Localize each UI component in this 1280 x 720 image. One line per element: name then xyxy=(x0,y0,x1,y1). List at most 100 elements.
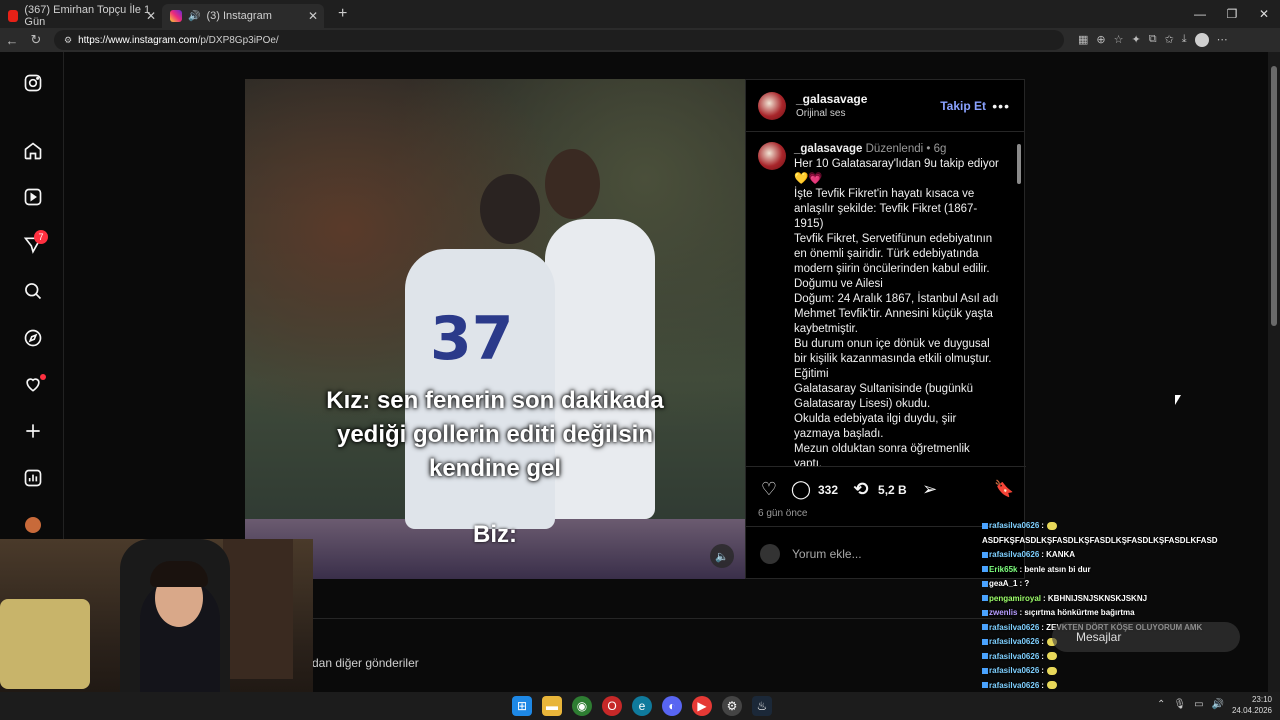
mute-icon[interactable]: 🔈 xyxy=(710,544,734,568)
chat-badge-icon xyxy=(982,580,988,587)
close-window-icon[interactable]: ✕ xyxy=(1248,0,1280,28)
opera-icon[interactable]: O xyxy=(602,696,622,716)
create-icon[interactable] xyxy=(22,420,44,442)
chat-username[interactable]: pengamiroyal xyxy=(989,594,1041,603)
caption-scrollbar[interactable] xyxy=(1016,134,1022,464)
audio-label[interactable]: Orijinal ses xyxy=(796,108,867,119)
chat-username[interactable]: geaA_1 xyxy=(989,579,1017,588)
chat-text: : ? xyxy=(1019,579,1030,588)
comment-icon[interactable]: ◯ xyxy=(790,479,812,500)
volume-icon[interactable]: 🔊 xyxy=(1212,699,1224,710)
favorite-star-icon[interactable]: ☆ xyxy=(1114,33,1124,47)
url-field[interactable]: ⚙ https://www.instagram.com/p/DXP8Gp3iPO… xyxy=(54,30,1064,50)
caption-line: kaybetmiştir. xyxy=(794,323,858,335)
reload-icon[interactable]: ↻ xyxy=(24,32,48,48)
chat-username[interactable]: rafasilva0626 xyxy=(989,550,1039,559)
apps-icon[interactable]: ▦ xyxy=(1078,33,1088,47)
discord-icon[interactable]: ◐ xyxy=(662,696,682,716)
caption-line: Eğitimi xyxy=(794,368,829,380)
avatar[interactable] xyxy=(758,142,786,170)
caption-line: Doğum: 24 Aralık 1867, İstanbul Asıl adı xyxy=(794,293,999,305)
chat-username[interactable]: zwenlis xyxy=(989,608,1017,617)
chrome-icon[interactable]: ◉ xyxy=(572,696,592,716)
repost-icon[interactable]: ⟲ xyxy=(850,479,872,500)
edge-icon[interactable]: e xyxy=(632,696,652,716)
home-icon[interactable] xyxy=(22,140,44,162)
download-icon[interactable]: ⤓ xyxy=(1182,33,1187,47)
reels-icon[interactable] xyxy=(22,186,44,208)
messages-overlay[interactable]: Mesajlar xyxy=(1052,622,1240,652)
chat-username[interactable]: Erik65k xyxy=(989,565,1017,574)
chat-username[interactable]: rafasilva0626 xyxy=(989,681,1039,690)
chat-emote-icon xyxy=(1046,666,1057,675)
app-icon[interactable]: ⚙ xyxy=(722,696,742,716)
extensions-icon[interactable]: ✦ xyxy=(1132,33,1141,47)
emoji-icon[interactable] xyxy=(760,543,780,564)
clock[interactable]: 23:10 24.04.2026 xyxy=(1232,694,1272,716)
reel-video[interactable]: 37 Kız: sen fenerin son dakikada yediği … xyxy=(245,79,745,579)
close-tab-icon[interactable]: ✕ xyxy=(146,9,156,23)
explore-icon[interactable] xyxy=(22,327,44,349)
bookmark-icon[interactable]: 🔖 xyxy=(994,479,1014,499)
chat-username[interactable]: rafasilva0626 xyxy=(989,521,1039,530)
steam-icon[interactable]: ♨ xyxy=(752,696,772,716)
tab-title: (3) Instagram xyxy=(206,10,272,22)
more-posts-label[interactable]: dan diğer gönderiler xyxy=(312,656,419,670)
mouse-cursor-icon xyxy=(1175,395,1181,405)
instagram-logo-icon[interactable] xyxy=(22,72,44,94)
caption-line: Doğumu ve Ailesi xyxy=(794,278,883,290)
like-icon[interactable]: ♡ xyxy=(758,479,780,500)
tab-youtube[interactable]: (367) Emirhan Topçu İle 1 Gün ✕ xyxy=(0,4,162,28)
speaker-icon[interactable]: 🔊 xyxy=(188,11,200,22)
share-icon[interactable]: ➢ xyxy=(919,479,941,500)
chat-message: rafasilva0626: xyxy=(982,679,1280,694)
new-tab-icon[interactable]: + xyxy=(338,5,347,23)
search-icon[interactable] xyxy=(22,280,44,302)
comment-input[interactable]: Yorum ekle... xyxy=(792,547,862,561)
browser-titlebar: (367) Emirhan Topçu İle 1 Gün ✕ 🔊 (3) In… xyxy=(0,0,1280,28)
chat-username[interactable]: rafasilva0626 xyxy=(989,637,1039,646)
edited-label: Düzenlendi xyxy=(865,143,924,155)
start-icon[interactable]: ⊞ xyxy=(512,696,532,716)
restore-icon[interactable]: ❐ xyxy=(1216,0,1248,28)
back-icon[interactable]: ← xyxy=(0,33,24,48)
instagram-favicon-icon xyxy=(170,10,182,22)
notification-badge: 7 xyxy=(34,230,48,244)
tab-instagram[interactable]: 🔊 (3) Instagram ✕ xyxy=(162,4,324,28)
site-info-icon[interactable]: ⚙ xyxy=(64,35,72,46)
chat-badge-icon xyxy=(982,667,988,674)
post-username[interactable]: _galasavage xyxy=(796,92,867,106)
chat-username[interactable]: rafasilva0626 xyxy=(989,666,1039,675)
microphone-icon[interactable]: 🎙 xyxy=(1173,699,1186,710)
close-tab-icon[interactable]: ✕ xyxy=(308,9,318,23)
chat-username[interactable]: rafasilva0626 xyxy=(989,623,1039,632)
minimize-icon[interactable]: — xyxy=(1184,0,1216,28)
file-explorer-icon[interactable]: ▬ xyxy=(542,696,562,716)
network-icon[interactable]: ▭ xyxy=(1194,699,1203,710)
chat-message: pengamiroyal: KBHNIJSNJSKNSKJSKNJ xyxy=(982,592,1280,607)
profile-icon[interactable] xyxy=(22,514,44,536)
caption-username[interactable]: _galasavage xyxy=(794,143,862,155)
clock-time: 23:10 xyxy=(1251,695,1272,704)
caption-line: Her 10 Galatasaray'lıdan 9u takip ediyor xyxy=(794,158,999,170)
chat-message: rafasilva0626: xyxy=(982,519,1280,534)
webcam-hair xyxy=(150,561,208,587)
media-player-icon[interactable]: ▶ xyxy=(692,696,712,716)
chat-text: : benle atsın bi dur xyxy=(1019,564,1091,574)
profile-avatar[interactable] xyxy=(1194,33,1209,47)
chat-emote-icon xyxy=(1046,521,1057,530)
split-screen-icon[interactable]: ⧉ xyxy=(1149,33,1157,47)
follow-button[interactable]: Takip Et xyxy=(940,99,986,113)
favorites-icon[interactable]: ✩ xyxy=(1165,33,1174,47)
more-options-icon[interactable]: ••• xyxy=(992,98,1010,114)
video-caption: Kız: sen fenerin son dakikada yediği gol… xyxy=(245,384,745,486)
chat-emote-icon xyxy=(1046,681,1057,690)
zoom-icon[interactable]: ⊕ xyxy=(1096,33,1105,47)
post-panel: _galasavage Orijinal ses Takip Et ••• _g… xyxy=(745,79,1026,579)
tray-chevron-icon[interactable]: ⌃ xyxy=(1157,699,1165,710)
chat-username[interactable]: rafasilva0626 xyxy=(989,652,1039,661)
menu-icon[interactable]: ⋯ xyxy=(1217,33,1228,47)
video-player-head xyxy=(480,174,540,244)
avatar[interactable] xyxy=(758,91,786,120)
dashboard-icon[interactable] xyxy=(22,467,44,489)
